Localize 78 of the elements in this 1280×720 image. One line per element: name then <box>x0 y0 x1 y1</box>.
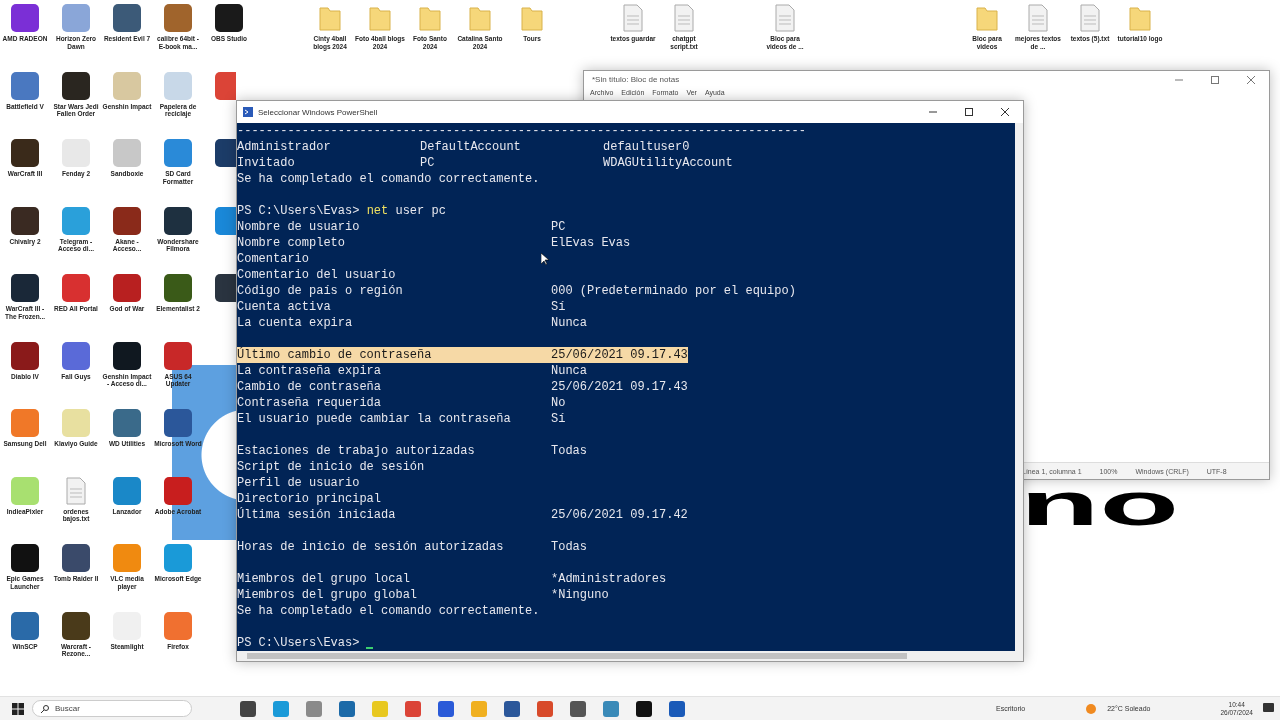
app-icon[interactable] <box>11 341 39 370</box>
search-field[interactable]: Buscar <box>32 700 192 717</box>
window-title: Seleccionar Windows PowerShell <box>258 107 378 117</box>
terminal-text: Contraseña requerida <box>237 395 383 411</box>
maximize-icon[interactable] <box>965 108 973 116</box>
app-icon[interactable] <box>11 206 39 235</box>
scrollbar[interactable] <box>237 651 1023 661</box>
taskbar-app-icon[interactable] <box>504 700 520 717</box>
mouse-pointer-icon <box>541 253 549 265</box>
terminal-text: Nombre de usuario <box>237 219 361 235</box>
minimize-icon[interactable] <box>929 108 937 116</box>
terminal-text: Administrador <box>237 139 332 155</box>
app-icon[interactable] <box>11 544 39 572</box>
app-icon[interactable] <box>164 206 192 235</box>
app-icon[interactable] <box>113 341 141 370</box>
terminal-text: Última sesión iniciada <box>237 507 397 523</box>
terminal-text: 000 (Predeterminado por el equipo) <box>551 283 796 299</box>
terminal-text: *Administradores <box>551 571 667 587</box>
terminal-text: Invitado <box>237 155 296 171</box>
app-icon[interactable] <box>215 4 243 32</box>
close-icon[interactable] <box>1001 108 1009 116</box>
terminal-text: DefaultAccount <box>420 139 522 155</box>
terminal-text: Estaciones de trabajo autorizadas <box>237 443 476 459</box>
terminal-text: Todas <box>551 539 587 555</box>
notification-icon[interactable] <box>1263 703 1274 714</box>
terminal-text: Nunca <box>551 315 587 331</box>
terminal-command: net <box>366 203 389 219</box>
terminal-text: Código de país o región <box>237 283 404 299</box>
window-title: *Sin título: Bloc de notas <box>592 75 680 84</box>
terminal-text: Cuenta activa <box>237 299 332 315</box>
wallpaper-text: no <box>1020 481 1180 527</box>
terminal-text: Nombre completo <box>237 235 347 251</box>
terminal-text: Sí <box>551 411 566 427</box>
terminal-text: Script de inicio de sesión <box>237 459 425 475</box>
app-icon[interactable] <box>62 611 90 640</box>
search-icon <box>41 705 49 713</box>
terminal-text: Horas de inicio de sesión autorizadas <box>237 539 505 555</box>
terminal-text: La cuenta expira <box>237 315 354 331</box>
scrollbar[interactable] <box>1015 123 1023 651</box>
app-icon[interactable] <box>11 139 39 167</box>
terminal-text: Comentario del usuario <box>237 267 396 283</box>
terminal-text: PC <box>420 155 436 171</box>
terminal-text: Todas <box>551 443 587 459</box>
powershell-icon <box>243 107 253 117</box>
terminal-text: 25/06/2021 09.17.42 <box>551 507 688 523</box>
terminal-text: 25/06/2021 09.17.43 <box>551 347 688 363</box>
terminal-text: Perfil de usuario <box>237 475 360 491</box>
terminal-text: Sí <box>551 299 566 315</box>
windows-start-icon[interactable] <box>12 702 24 715</box>
terminal-text: WDAGUtilityAccount <box>603 155 734 171</box>
terminal-text: Directorio principal <box>237 491 382 507</box>
terminal-text: Cambio de contraseña <box>237 379 383 395</box>
app-icon[interactable] <box>11 274 39 302</box>
terminal-text: Se ha completado el comando correctamente. <box>237 603 540 619</box>
terminal-text: ElEvas Evas <box>551 235 631 251</box>
weather-icon <box>1085 702 1098 715</box>
terminal-text: No <box>551 395 566 411</box>
terminal-text: Nunca <box>551 363 587 379</box>
terminal-text: 25/06/2021 09.17.43 <box>551 379 688 395</box>
terminal-text: Se ha completado el comando correctamente. <box>237 171 540 187</box>
terminal-text: ------------------------------------------------------------------------------- <box>237 123 806 139</box>
terminal-text: Miembros del grupo local <box>237 571 411 587</box>
terminal-text: El usuario puede cambiar la contraseña <box>237 411 512 427</box>
terminal-text: Comentario <box>237 251 309 267</box>
terminal-prompt: PS C:\Users\Evas> <box>237 203 360 219</box>
terminal-text: *Ninguno <box>551 587 609 603</box>
terminal-text: user pc <box>395 203 446 219</box>
terminal-text: defaultuser0 <box>603 139 691 155</box>
terminal-text: Miembros del grupo global <box>237 587 419 603</box>
app-icon[interactable] <box>113 206 141 235</box>
taskbar-app-icon[interactable] <box>240 700 256 717</box>
terminal-prompt: PS C:\Users\Evas> <box>237 635 360 651</box>
app-icon[interactable] <box>62 71 90 100</box>
terminal-text: Último cambio de contraseña <box>237 347 433 363</box>
taskbar-app-icon[interactable] <box>636 700 652 717</box>
terminal-text: PC <box>551 219 566 235</box>
terminal-text: La contraseña expira <box>237 363 383 379</box>
taskbar-app-icon[interactable] <box>570 700 586 717</box>
